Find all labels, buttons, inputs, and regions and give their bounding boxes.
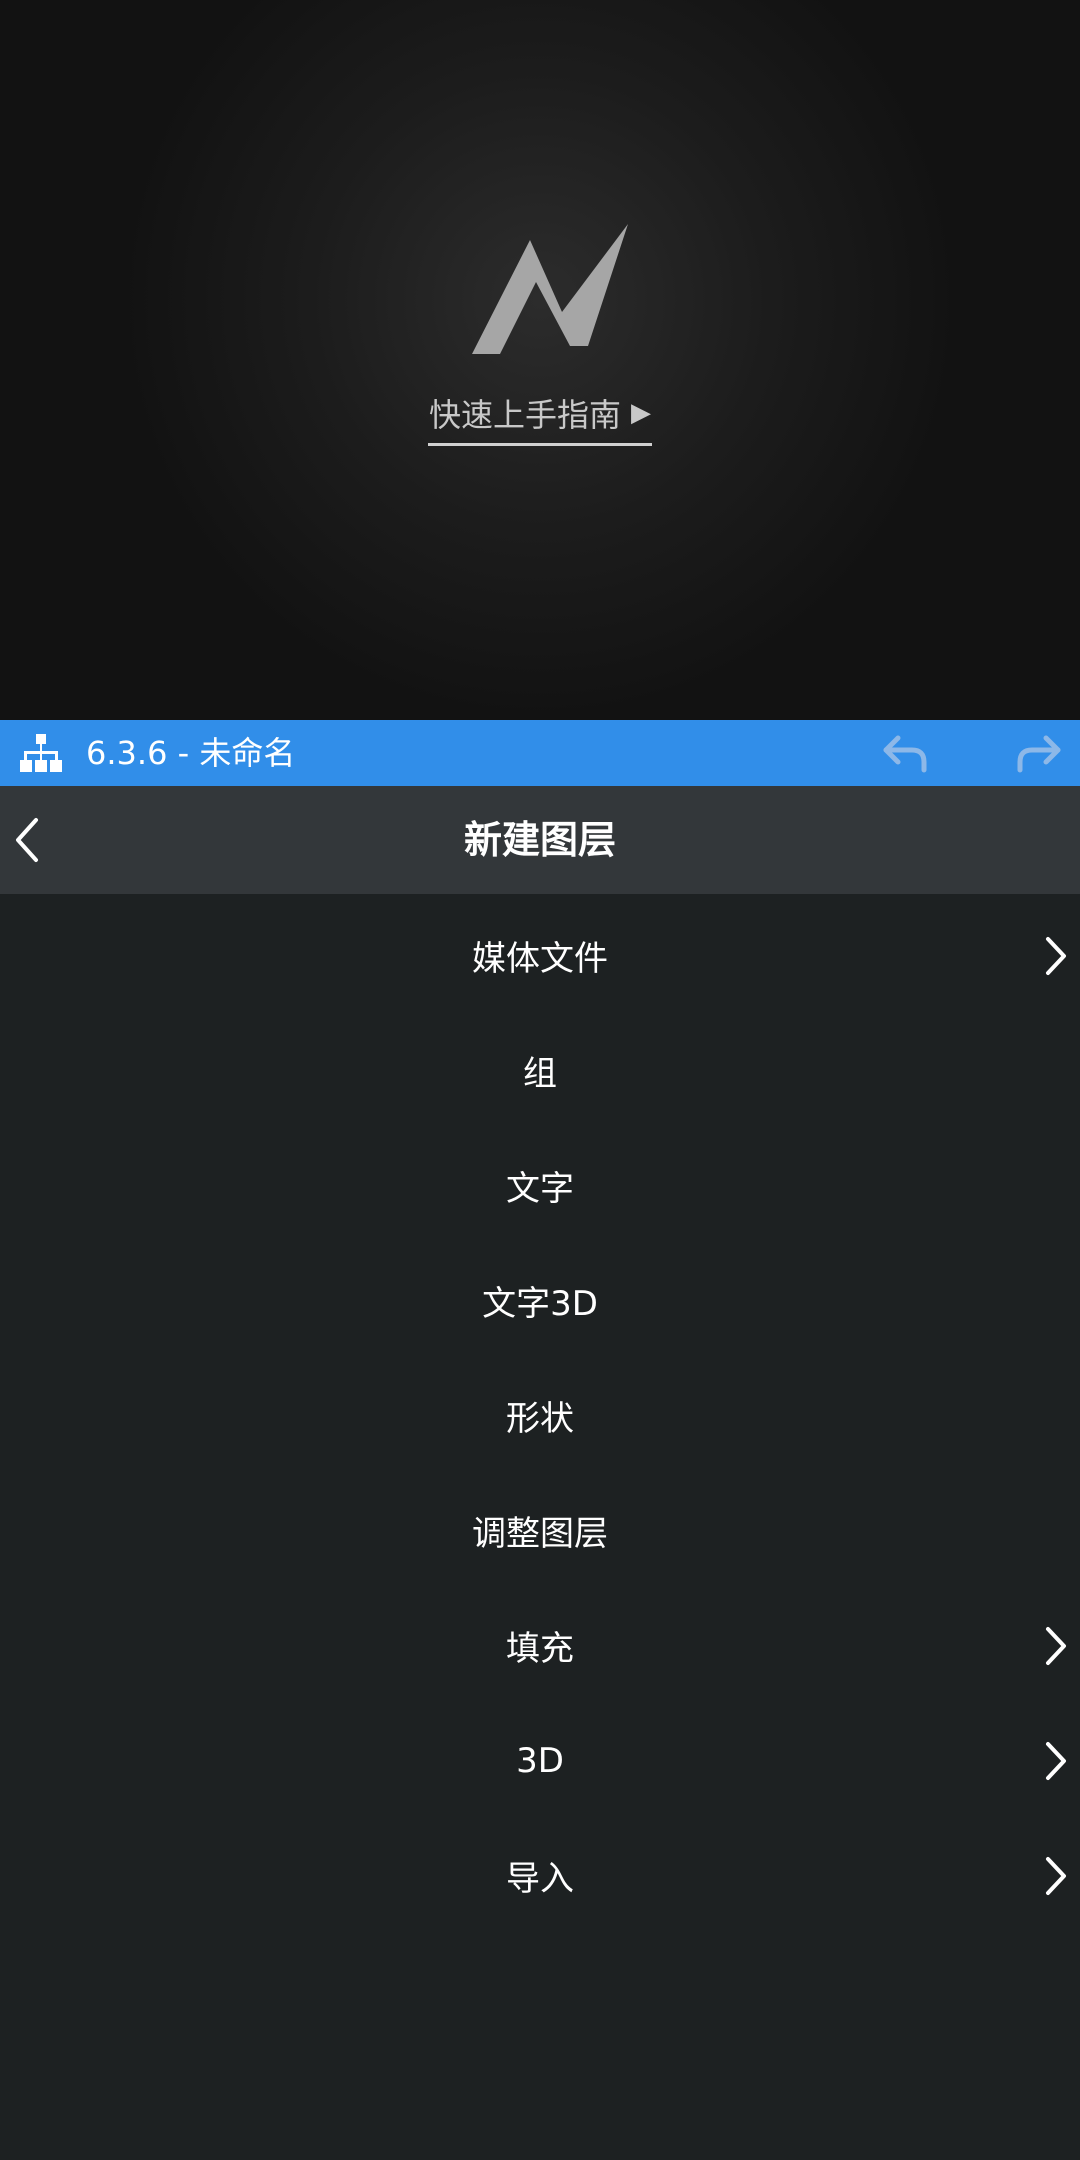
menu-item-adjustment-layer[interactable]: 调整图层 [0, 1473, 1080, 1588]
title-bar: 6.3.6 - 未命名 [0, 720, 1080, 786]
play-icon: ▶ [631, 397, 651, 428]
chevron-right-icon [1046, 1627, 1066, 1665]
chevron-right-icon [1046, 937, 1066, 975]
menu-item-import[interactable]: 导入 [0, 1818, 1080, 1933]
menu-item-text[interactable]: 文字 [0, 1128, 1080, 1243]
menu-item-label: 导入 [506, 1859, 574, 1899]
new-layer-menu: 媒体文件 组 文字 文字3D 形状 调整图层 填充 3D 导入 [0, 898, 1080, 1933]
menu-item-label: 填充 [506, 1629, 574, 1669]
menu-item-shape[interactable]: 形状 [0, 1358, 1080, 1473]
menu-item-text-3d[interactable]: 文字3D [0, 1243, 1080, 1358]
menu-item-fill[interactable]: 填充 [0, 1588, 1080, 1703]
menu-item-label: 3D [516, 1740, 564, 1781]
project-title: 6.3.6 - 未命名 [86, 734, 296, 772]
back-icon[interactable] [8, 812, 48, 868]
panel-title: 新建图层 [463, 818, 616, 862]
panel-header: 新建图层 [0, 786, 1080, 894]
menu-item-label: 媒体文件 [472, 939, 608, 979]
menu-item-label: 文字 [506, 1169, 574, 1209]
undo-icon[interactable] [880, 730, 930, 776]
menu-item-label: 组 [523, 1054, 557, 1094]
menu-item-group[interactable]: 组 [0, 1013, 1080, 1128]
quick-start-guide-link[interactable]: 快速上手指南 ▶ [428, 386, 652, 446]
app-logo-icon [472, 224, 628, 354]
menu-item-label: 形状 [506, 1399, 574, 1439]
menu-item-media-file[interactable]: 媒体文件 [0, 898, 1080, 1013]
layer-tree-icon[interactable] [18, 732, 64, 774]
menu-item-label: 文字3D [482, 1284, 598, 1324]
preview-area: 快速上手指南 ▶ [0, 0, 1080, 720]
quick-start-guide-label: 快速上手指南 [428, 395, 621, 434]
menu-item-label: 调整图层 [472, 1514, 608, 1554]
chevron-right-icon [1046, 1857, 1066, 1895]
chevron-right-icon [1046, 1742, 1066, 1780]
redo-icon[interactable] [1014, 730, 1064, 776]
menu-item-3d[interactable]: 3D [0, 1703, 1080, 1818]
